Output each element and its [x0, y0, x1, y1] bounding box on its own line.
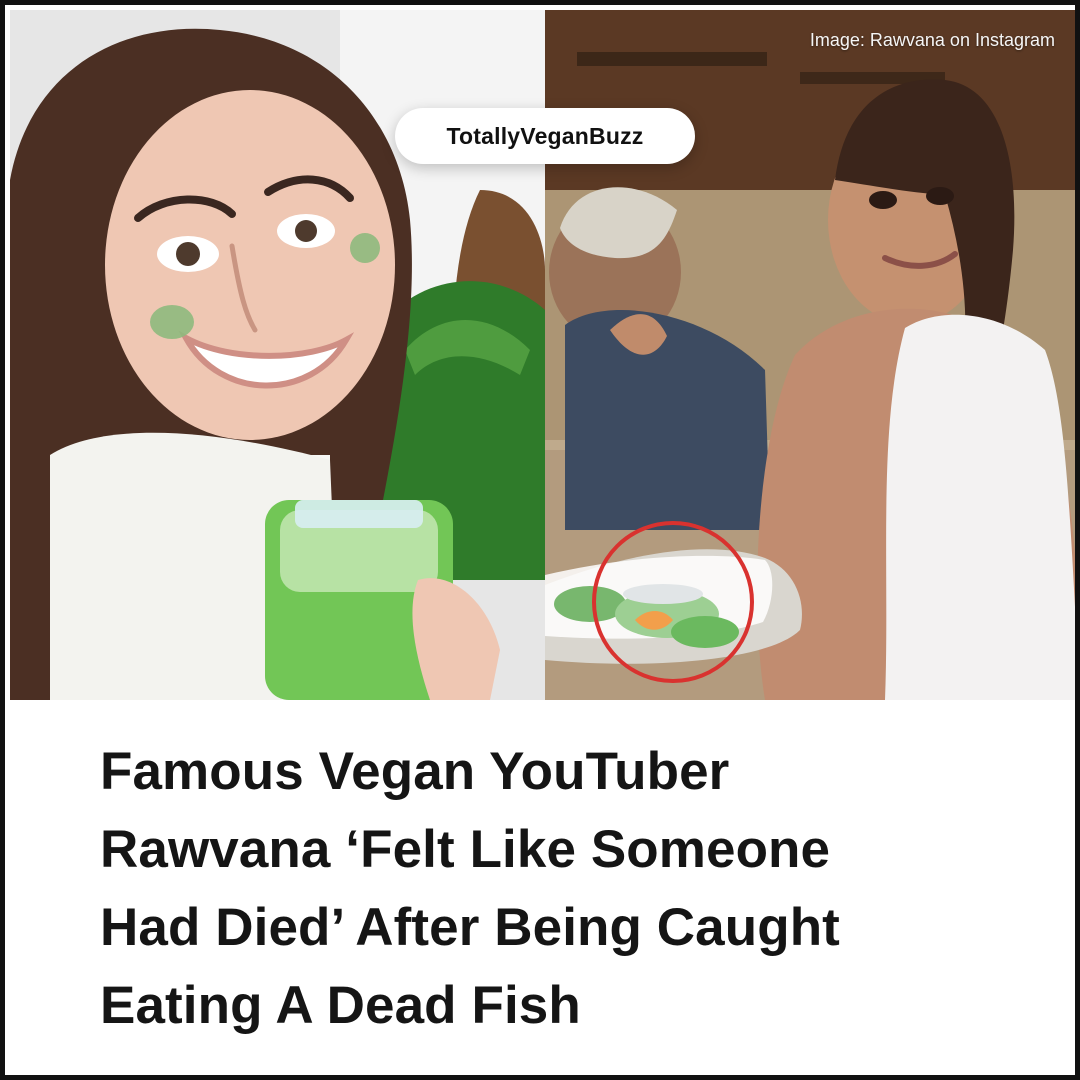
headline-line-2: Rawvana ‘Felt Like Someone: [100, 820, 831, 879]
headline-block: Famous Vegan YouTuber Rawvana ‘Felt Like…: [100, 733, 1045, 1053]
headline-line-4: Eating A Dead Fish: [100, 976, 581, 1035]
brand-badge: TotallyVeganBuzz: [395, 108, 695, 164]
image-credit-text: Image: Rawvana on Instagram: [809, 30, 1055, 50]
headline: Famous Vegan YouTuber Rawvana ‘Felt Like…: [100, 733, 1045, 1045]
headline-line-1: Famous Vegan YouTuber: [100, 742, 730, 801]
social-post-card: Image: Rawvana on Instagram TotallyVegan…: [0, 0, 1080, 1080]
headline-line-3: Had Died’ After Being Caught: [100, 898, 840, 957]
